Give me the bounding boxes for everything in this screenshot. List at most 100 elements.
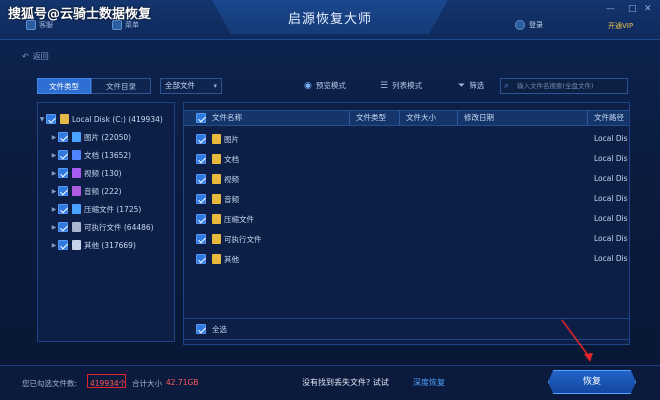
tree-item[interactable]: ▶ 文档 (13652)	[50, 147, 131, 163]
tree-root-label: Local Disk (C:) (419934)	[72, 114, 163, 124]
tab-file-directory[interactable]: 文件目录	[91, 78, 151, 94]
file-type-icon	[72, 150, 81, 160]
header-checkbox[interactable]	[196, 113, 206, 123]
folder-icon	[212, 174, 221, 184]
column-header-path[interactable]: 文件路径	[588, 111, 629, 125]
row-name: 图片	[224, 135, 239, 144]
row-checkbox[interactable]	[196, 254, 206, 264]
row-path: Local Dis	[594, 194, 628, 203]
tree-item-checkbox[interactable]	[58, 132, 68, 142]
column-header-size[interactable]: 文件大小	[400, 111, 458, 125]
row-checkbox[interactable]	[196, 154, 206, 164]
folder-icon	[212, 214, 221, 224]
file-filter-value: 全部文件	[165, 81, 195, 90]
tree-item[interactable]: ▶ 图片 (22050)	[50, 129, 131, 145]
tree-item-checkbox[interactable]	[58, 150, 68, 160]
list-mode-button[interactable]: ☰ 列表模式	[380, 80, 422, 91]
tree-item[interactable]: ▶ 音频 (222)	[50, 183, 122, 199]
minimize-icon[interactable]: —	[606, 4, 615, 14]
total-size-label: 合计大小	[132, 379, 162, 388]
user-icon	[515, 20, 525, 30]
row-checkbox[interactable]	[196, 214, 206, 224]
row-path: Local Dis	[594, 214, 628, 223]
preview-mode-label: 预览模式	[315, 81, 346, 90]
expand-arrow-icon[interactable]: ▶	[50, 242, 58, 249]
row-path: Local Dis	[594, 234, 628, 243]
row-name: 压缩文件	[224, 215, 254, 224]
tree-item-checkbox[interactable]	[58, 186, 68, 196]
file-filter-select[interactable]: 全部文件 ▾	[160, 78, 222, 94]
eye-icon: ◉	[304, 80, 312, 91]
file-type-icon	[72, 168, 81, 178]
row-name: 文档	[224, 155, 239, 164]
file-type-icon	[72, 222, 81, 232]
preview-mode-button[interactable]: ◉ 预览模式	[304, 80, 346, 91]
tree-item[interactable]: ▶ 其他 (317669)	[50, 237, 136, 253]
column-header-name[interactable]: 文件名称	[206, 111, 350, 125]
folder-icon	[212, 194, 221, 204]
recover-button[interactable]: 恢复	[548, 370, 636, 394]
table-row[interactable]: 音频 Local Dis	[184, 191, 629, 207]
row-checkbox[interactable]	[196, 134, 206, 144]
row-checkbox[interactable]	[196, 174, 206, 184]
tree-item[interactable]: ▶ 可执行文件 (64486)	[50, 219, 154, 235]
expand-arrow-icon[interactable]: ▶	[50, 224, 58, 231]
tree-item[interactable]: ▶ 压缩文件 (1725)	[50, 201, 141, 217]
table-row[interactable]: 视频 Local Dis	[184, 171, 629, 187]
selected-count-prefix: 您已勾选文件数:	[22, 379, 78, 388]
tree-item-checkbox[interactable]	[58, 222, 68, 232]
search-input[interactable]	[517, 80, 625, 92]
file-type-icon	[72, 204, 81, 214]
close-icon[interactable]: ✕	[644, 4, 652, 14]
tree-item-checkbox[interactable]	[58, 204, 68, 214]
select-all-checkbox[interactable]	[196, 324, 206, 334]
row-checkbox[interactable]	[196, 194, 206, 204]
expand-arrow-icon[interactable]: ▶	[50, 152, 58, 159]
table-row[interactable]: 其他 Local Dis	[184, 251, 629, 267]
folder-icon	[212, 254, 221, 264]
tree-root-checkbox[interactable]	[46, 114, 56, 124]
expand-arrow-icon[interactable]: ▶	[50, 206, 58, 213]
column-header-date[interactable]: 修改日期	[458, 111, 588, 125]
login-button[interactable]: 登录	[515, 20, 543, 30]
expand-arrow-icon[interactable]: ▶	[50, 170, 58, 177]
table-row[interactable]: 文档 Local Dis	[184, 151, 629, 167]
column-header-type[interactable]: 文件类型	[350, 111, 400, 125]
row-path: Local Dis	[594, 154, 628, 163]
tree-root-row[interactable]: ▼ Local Disk (C:) (419934)	[38, 111, 163, 127]
row-name: 可执行文件	[224, 235, 262, 244]
table-row[interactable]: 图片 Local Dis	[184, 131, 629, 147]
login-label: 登录	[529, 21, 543, 29]
maximize-icon[interactable]: □	[628, 4, 637, 14]
row-path: Local Dis	[594, 134, 628, 143]
total-size-value: 42.71GB	[166, 378, 199, 387]
category-tree: ▼ Local Disk (C:) (419934) ▶ 图片 (22050) ▶ 文…	[37, 102, 175, 342]
folder-icon	[212, 134, 221, 144]
funnel-icon: ⏷	[458, 80, 466, 91]
expand-arrow-icon[interactable]: ▼	[38, 116, 46, 123]
table-row[interactable]: 压缩文件 Local Dis	[184, 211, 629, 227]
select-all-label[interactable]: 全选	[212, 324, 227, 335]
row-name: 视频	[224, 175, 239, 184]
file-table: 文件名称 文件类型 文件大小 修改日期 文件路径 图片 Local Dis 文档 Lo…	[183, 102, 630, 345]
file-type-icon	[72, 132, 81, 142]
table-row[interactable]: 可执行文件 Local Dis	[184, 231, 629, 247]
tree-item-label: 可执行文件 (64486)	[84, 222, 154, 232]
back-button[interactable]: ↶ 返回	[22, 51, 49, 62]
tree-item[interactable]: ▶ 视频 (130)	[50, 165, 122, 181]
highlight-box	[87, 374, 126, 388]
deep-recovery-link[interactable]: 深度恢复	[413, 377, 445, 388]
expand-arrow-icon[interactable]: ▶	[50, 134, 58, 141]
tree-item-checkbox[interactable]	[58, 168, 68, 178]
file-type-icon	[72, 186, 81, 196]
back-arrow-icon: ↶	[22, 52, 29, 61]
tab-file-type[interactable]: 文件类型	[37, 78, 91, 94]
list-icon: ☰	[380, 80, 389, 91]
filter-button[interactable]: ⏷ 筛选	[458, 80, 484, 91]
chevron-down-icon: ▾	[213, 82, 217, 90]
file-type-icon	[72, 240, 81, 250]
tree-item-checkbox[interactable]	[58, 240, 68, 250]
row-checkbox[interactable]	[196, 234, 206, 244]
expand-arrow-icon[interactable]: ▶	[50, 188, 58, 195]
vip-button[interactable]: 开通VIP	[608, 21, 633, 31]
